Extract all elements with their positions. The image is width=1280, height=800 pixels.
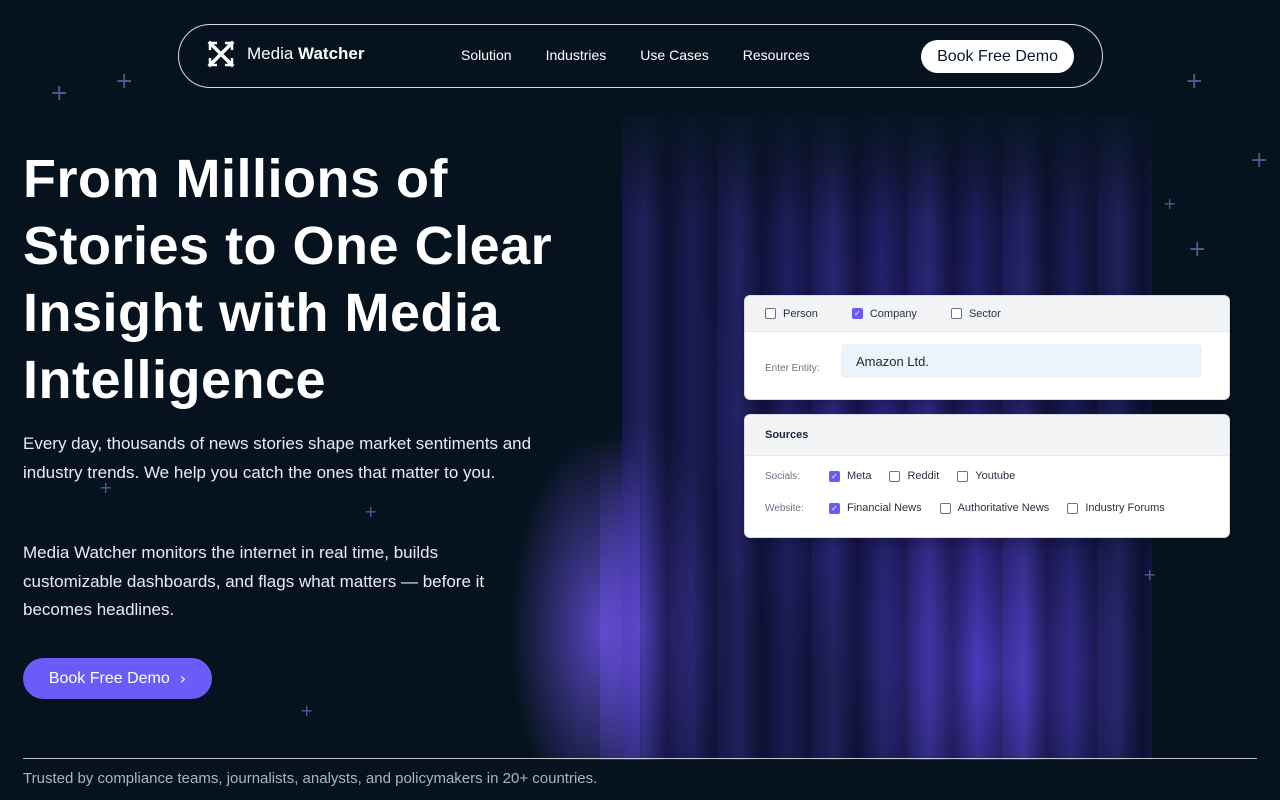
checkbox-icon[interactable] (957, 470, 969, 482)
sparkle-icon: + (1188, 237, 1207, 262)
section-divider (23, 758, 1257, 759)
nav-link-use-cases[interactable]: Use Cases (640, 47, 708, 63)
brand-logo[interactable]: Media Watcher (207, 40, 365, 68)
sources-card: Sources Socials: ✓ Meta Reddit Youtube W… (744, 414, 1230, 538)
hero-book-demo-button[interactable]: Book Free Demo › (23, 658, 212, 699)
nav-book-demo-button[interactable]: Book Free Demo (921, 40, 1074, 73)
entity-type-person[interactable]: Person (765, 308, 818, 320)
entity-input[interactable] (841, 344, 1202, 378)
trusted-by-text: Trusted by compliance teams, journalists… (23, 770, 598, 787)
entity-type-sector[interactable]: Sector (950, 308, 1001, 320)
checkbox-icon[interactable] (765, 308, 776, 319)
sparkle-icon: + (364, 502, 378, 521)
sparkle-icon: + (50, 81, 69, 106)
checkbox-checked-icon[interactable]: ✓ (851, 308, 863, 319)
checkbox-checked-icon[interactable]: ✓ (829, 502, 840, 514)
source-industry-forums[interactable]: Industry Forums (1067, 502, 1165, 514)
checkbox-icon[interactable] (950, 308, 962, 319)
source-authoritative-news[interactable]: Authoritative News (939, 502, 1049, 514)
nav-link-solution[interactable]: Solution (461, 47, 512, 63)
hero-paragraph-2: Media Watcher monitors the internet in r… (23, 543, 485, 619)
socials-label: Socials: (765, 470, 801, 482)
chevron-right-icon: › (179, 669, 187, 688)
entity-selector-card: Person ✓ Company Sector Enter Entity: (744, 295, 1230, 400)
website-row: Website: ✓ Financial News Authoritative … (765, 502, 1183, 514)
hero-paragraph-1: Every day, thousands of news stories sha… (23, 434, 532, 482)
background-fade (600, 100, 1280, 220)
checkbox-checked-icon[interactable]: ✓ (829, 470, 840, 482)
nav-link-resources[interactable]: Resources (743, 47, 810, 63)
entity-type-company[interactable]: ✓ Company (851, 308, 917, 320)
sources-header: Sources (745, 415, 1229, 456)
sparkle-icon: + (1163, 194, 1177, 213)
source-meta[interactable]: ✓ Meta (829, 470, 871, 482)
sparkle-icon: + (1143, 565, 1157, 584)
entity-input-label: Enter Entity: (765, 362, 820, 374)
source-youtube[interactable]: Youtube (957, 470, 1015, 482)
sparkle-icon: + (300, 701, 314, 720)
checkbox-icon[interactable] (1067, 502, 1079, 514)
checkbox-icon[interactable] (939, 502, 951, 514)
sparkle-icon: + (1185, 69, 1204, 94)
hero-cta-label: Book Free Demo (48, 669, 170, 687)
hero-title: From Millions of Stories to One Clear In… (23, 149, 553, 410)
checkbox-icon[interactable] (889, 470, 901, 482)
entity-input-row: Enter Entity: (765, 344, 1202, 378)
sparkle-icon: + (115, 69, 134, 94)
sparkle-icon: + (1250, 148, 1269, 173)
entity-type-options: Person ✓ Company Sector (745, 296, 1229, 332)
brand-name: Media Watcher (247, 44, 365, 63)
source-reddit[interactable]: Reddit (889, 470, 939, 482)
sources-title: Sources (765, 429, 809, 441)
website-label: Website: (765, 502, 804, 514)
nav-links: Solution Industries Use Cases Resources (461, 47, 810, 63)
media-watcher-logo-icon (207, 40, 235, 68)
top-navigation: Media Watcher Solution Industries Use Ca… (178, 24, 1103, 88)
socials-row: Socials: ✓ Meta Reddit Youtube (765, 470, 1033, 482)
source-financial-news[interactable]: ✓ Financial News (829, 502, 922, 514)
nav-link-industries[interactable]: Industries (546, 47, 607, 63)
